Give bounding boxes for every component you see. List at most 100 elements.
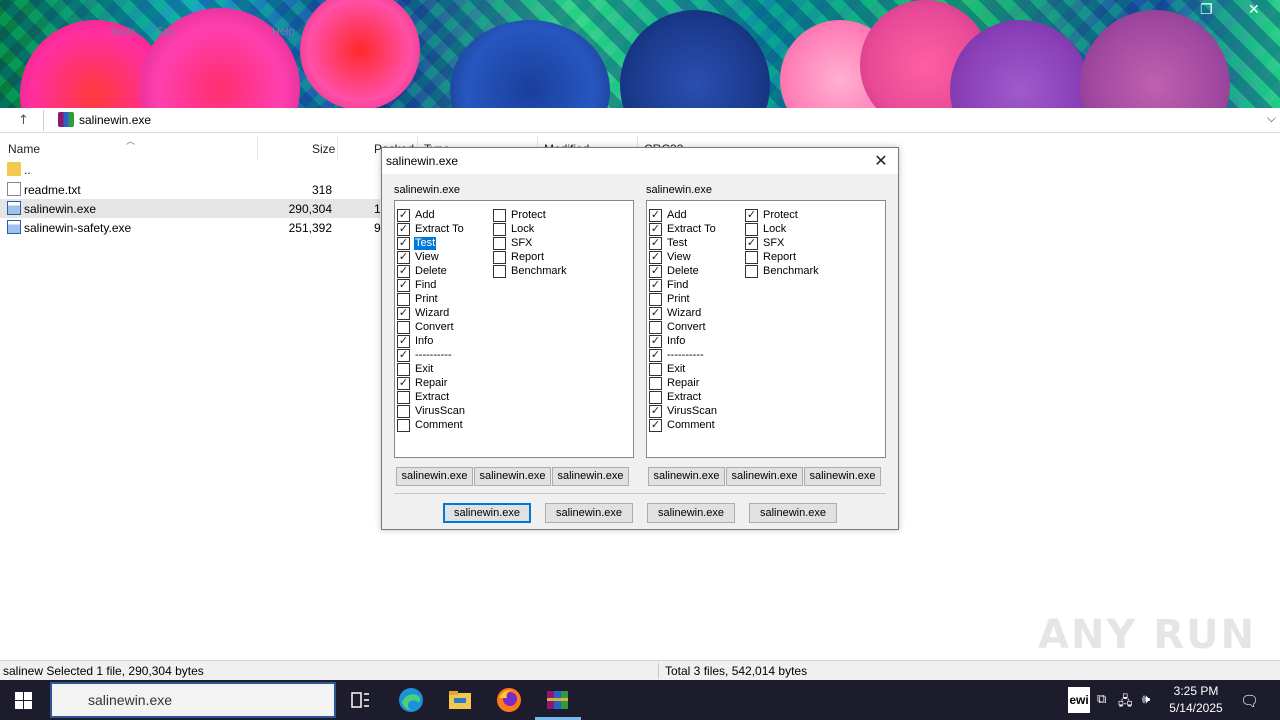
checkbox-checked-icon[interactable]: ✓	[649, 307, 662, 320]
checkbox-checked-icon[interactable]: ✓	[649, 335, 662, 348]
checkbox-checked-icon[interactable]: ✓	[745, 209, 758, 222]
checkbox-checked-icon[interactable]: ✓	[649, 251, 662, 264]
checkbox-unchecked-icon[interactable]	[649, 293, 662, 306]
checkbox-unchecked-icon[interactable]	[649, 391, 662, 404]
dialog-title: salinewin.exe	[386, 154, 459, 168]
checkbox-label: Test	[414, 237, 437, 250]
checkbox-unchecked-icon[interactable]	[397, 363, 410, 376]
close-icon[interactable]: ✕	[870, 150, 892, 172]
checkbox-label: View	[415, 251, 439, 263]
checkbox-checked-icon[interactable]: ✓	[397, 349, 410, 362]
checkbox-unchecked-icon[interactable]	[649, 321, 662, 334]
checkbox-unchecked-icon[interactable]	[397, 405, 410, 418]
file-row-readme[interactable]: readme.txt 318	[0, 180, 380, 199]
column-header-name[interactable]: Name	[8, 142, 40, 156]
left-group-label: salinewin.exe	[394, 184, 461, 196]
checkbox-unchecked-icon[interactable]	[493, 223, 506, 236]
address-path[interactable]: salinewin.exe	[79, 113, 151, 127]
clock-time[interactable]: 3:25 PM	[1162, 684, 1230, 698]
dialog-titlebar[interactable]: salinewin.exe ✕	[382, 148, 898, 174]
checkbox-unchecked-icon[interactable]	[649, 363, 662, 376]
checkbox-checked-icon[interactable]: ✓	[649, 223, 662, 236]
checkbox-unchecked-icon[interactable]	[493, 237, 506, 250]
checkbox-unchecked-icon[interactable]	[745, 265, 758, 278]
checkbox-label: Delete	[667, 265, 699, 277]
checkbox-checked-icon[interactable]: ✓	[397, 265, 410, 278]
start-button[interactable]	[0, 680, 48, 720]
volume-icon[interactable]: 🕪	[1142, 692, 1150, 707]
column-header-size[interactable]: Size	[312, 142, 335, 156]
dialog-button-4[interactable]: salinewin.exe	[749, 503, 837, 523]
taskbar-search-box[interactable]: salinewin.exe	[50, 682, 336, 718]
network-icon[interactable]: 🖧	[1118, 692, 1133, 714]
column-divider[interactable]	[257, 136, 258, 160]
left-group-button-1[interactable]: salinewin.exe	[396, 467, 473, 486]
checkbox-label: Extract To	[415, 223, 464, 235]
edge-browser-icon[interactable]	[397, 686, 425, 714]
file-explorer-icon[interactable]	[446, 686, 474, 714]
menu-ghost-tools[interactable]: Tools	[110, 26, 136, 38]
right-group-button-2[interactable]: salinewin.exe	[726, 467, 803, 486]
close-window-icon[interactable]: ✕	[1248, 2, 1260, 18]
menu-ghost-favorites[interactable]: Fav	[156, 26, 174, 38]
checkbox-unchecked-icon[interactable]	[397, 419, 410, 432]
checkbox-label: Protect	[763, 209, 798, 221]
checkbox-checked-icon[interactable]: ✓	[649, 209, 662, 222]
checkbox-checked-icon[interactable]: ✓	[649, 237, 662, 250]
status-total: Total 3 files, 542,014 bytes	[665, 664, 808, 678]
checkbox-checked-icon[interactable]: ✓	[649, 279, 662, 292]
file-row-parent[interactable]: ..	[0, 160, 380, 179]
tray-app-label[interactable]: ewi	[1068, 687, 1090, 713]
checkbox-unchecked-icon[interactable]	[493, 251, 506, 264]
checkbox-checked-icon[interactable]: ✓	[397, 209, 410, 222]
checkbox-checked-icon[interactable]: ✓	[649, 419, 662, 432]
restore-icon[interactable]: ❐	[1200, 2, 1213, 18]
checkbox-unchecked-icon[interactable]	[745, 223, 758, 236]
dialog-button-2[interactable]: salinewin.exe	[545, 503, 633, 523]
left-group-button-2[interactable]: salinewin.exe	[474, 467, 551, 486]
menu-ghost-help[interactable]: Help	[272, 26, 295, 38]
clock-date[interactable]: 5/14/2025	[1162, 701, 1230, 715]
file-name: readme.txt	[24, 183, 81, 197]
file-size: 251,392	[288, 221, 332, 235]
checkbox-label: Test	[667, 237, 688, 249]
checkbox-checked-icon[interactable]: ✓	[745, 237, 758, 250]
checkbox-checked-icon[interactable]: ✓	[397, 307, 410, 320]
checkbox-label: Comment	[415, 419, 463, 431]
chevron-down-icon[interactable]: ⌵	[1267, 111, 1276, 126]
checkbox-unchecked-icon[interactable]	[397, 321, 410, 334]
column-divider[interactable]	[337, 136, 338, 160]
file-row-salinewin[interactable]: salinewin.exe 290,304 16	[0, 199, 387, 218]
checkbox-unchecked-icon[interactable]	[649, 377, 662, 390]
file-name: ..	[24, 163, 31, 177]
checkbox-checked-icon[interactable]: ✓	[649, 349, 662, 362]
up-folder-button[interactable]: ↑	[4, 110, 44, 131]
firefox-icon[interactable]	[495, 686, 523, 714]
left-group-button-3[interactable]: salinewin.exe	[552, 467, 629, 486]
file-row-salinewin-safety[interactable]: salinewin-safety.exe 251,392 9	[0, 218, 381, 237]
checkbox-unchecked-icon[interactable]	[397, 293, 410, 306]
checkbox-checked-icon[interactable]: ✓	[397, 251, 410, 264]
dialog-button-3[interactable]: salinewin.exe	[647, 503, 735, 523]
checkbox-checked-icon[interactable]: ✓	[397, 279, 410, 292]
checkbox-label: Extract	[667, 391, 702, 403]
winrar-taskbar-icon[interactable]	[543, 686, 571, 714]
checkbox-unchecked-icon[interactable]	[397, 391, 410, 404]
checkbox-unchecked-icon[interactable]	[493, 265, 506, 278]
checkbox-checked-icon[interactable]: ✓	[397, 377, 410, 390]
notifications-icon[interactable]: 🗨	[1240, 692, 1259, 710]
exe-file-icon	[7, 201, 21, 215]
checkbox-checked-icon[interactable]: ✓	[397, 223, 410, 236]
checkbox-checked-icon[interactable]: ✓	[397, 335, 410, 348]
glitch-blob	[140, 8, 300, 108]
dialog-button-1[interactable]: salinewin.exe	[443, 503, 531, 523]
right-group-button-3[interactable]: salinewin.exe	[804, 467, 881, 486]
checkbox-checked-icon[interactable]: ✓	[649, 405, 662, 418]
task-view-icon[interactable]	[346, 686, 374, 714]
checkbox-unchecked-icon[interactable]	[493, 209, 506, 222]
checkbox-unchecked-icon[interactable]	[745, 251, 758, 264]
checkbox-checked-icon[interactable]: ✓	[649, 265, 662, 278]
right-group-button-1[interactable]: salinewin.exe	[648, 467, 725, 486]
onedrive-icon[interactable]: ⧉	[1097, 692, 1106, 707]
checkbox-checked-icon[interactable]: ✓	[397, 237, 410, 250]
